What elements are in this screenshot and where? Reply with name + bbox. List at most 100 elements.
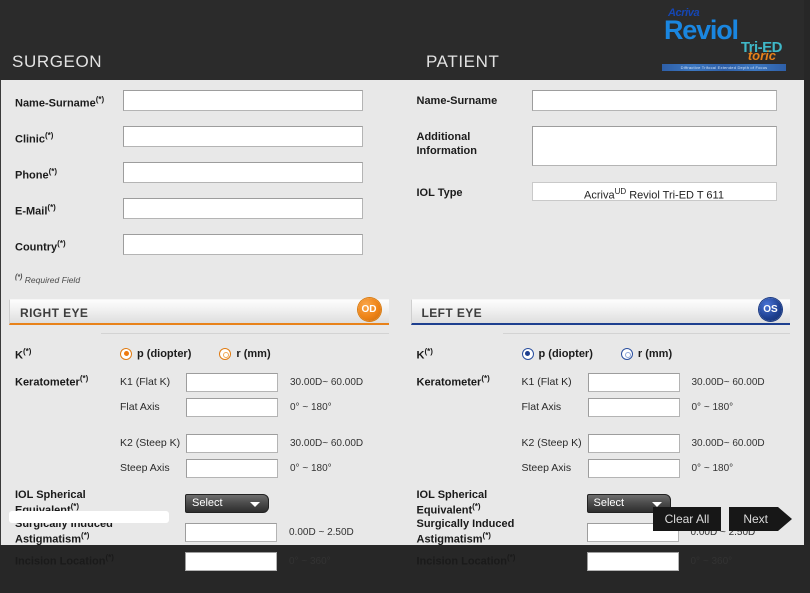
left-eye-radio-p-diopter[interactable]: p (diopter) (521, 347, 593, 360)
required-marker: (*) (105, 553, 114, 563)
field-row-name-surname: Name-Surname(*) (1, 90, 403, 126)
left-eye-header: LEFT EYE OS (410, 297, 790, 325)
iol-type-brand: Acriva (584, 189, 615, 202)
hint-right-steep-axis: 0° ~ 180° (290, 462, 332, 474)
required-marker: (*) (472, 502, 481, 512)
left-eye-incision-input[interactable] (586, 551, 679, 571)
right-eye-radio-p-label: p (diopter) (137, 347, 192, 360)
label-left-sia-text: Surgically Induced Astigmatism (416, 517, 515, 546)
logo-strip-text: Diffractive Trifocal Extended Depth of F… (662, 63, 786, 71)
left-eye-steep-axis-input[interactable] (587, 458, 680, 478)
left-eye-k1-input[interactable] (587, 372, 680, 392)
right-eye-iol-se-select[interactable]: Select (185, 493, 269, 513)
label-additional-line2: Information (416, 144, 478, 157)
required-note-marker: (*) (15, 274, 23, 281)
right-eye-sia-input[interactable] (185, 522, 277, 542)
required-marker: (*) (95, 95, 105, 104)
arrow-right-icon (778, 507, 792, 531)
patient-additional-information-textarea[interactable] (531, 126, 777, 166)
label-right-keratometer: Keratometer(*) (15, 370, 120, 481)
radio-unselected-icon[interactable] (219, 347, 232, 360)
hint-right-k1: 30.00D~ 60.00D (290, 376, 364, 388)
required-marker: (*) (70, 502, 80, 512)
field-row-patient-name: Name-Surname (403, 90, 805, 126)
main-content: Name-Surname(*) Clinic(*) Phone(*) E-Mai… (0, 80, 805, 571)
label-left-sia: Surgically Induced Astigmatism(*) (417, 518, 587, 547)
label-phone: Phone(*) (15, 162, 123, 183)
right-eye-radio-p-diopter[interactable]: p (diopter) (120, 347, 192, 360)
label-additional-information: Additional Information (417, 126, 532, 159)
hint-left-k1: 30.00D~ 60.00D (691, 376, 765, 388)
surgeon-country-input[interactable] (123, 234, 363, 255)
label-clinic-text: Clinic (15, 133, 45, 146)
right-eye-k2-row: K2 (Steep K) 30.00D~ 60.00D (120, 431, 403, 456)
label-name-surname: Name-Surname(*) (15, 90, 123, 111)
label-right-iol-se-line1: IOL Spherical (15, 488, 86, 501)
hint-left-steep-axis: 0° ~ 180° (691, 462, 734, 474)
required-marker: (*) (81, 531, 90, 541)
left-eye-section: LEFT EYE OS K(*) p (diopter) r (mm) Kera… (403, 297, 805, 576)
required-field-note: (*) Required Field (1, 274, 403, 285)
field-row-additional-information: Additional Information (403, 126, 805, 182)
label-left-flat-axis: Flat Axis (521, 401, 562, 414)
label-left-iol-spherical-equivalent: IOL Spherical Equivalent(*) (417, 489, 587, 518)
required-marker: (*) (482, 531, 491, 541)
label-name-surname-text: Name-Surname (15, 97, 96, 110)
label-country: Country(*) (15, 234, 123, 255)
required-marker: (*) (79, 373, 89, 383)
label-left-incision-location: Incision Location(*) (417, 553, 587, 569)
label-left-k2: K2 (Steep K) (521, 437, 582, 450)
surgeon-name-surname-input[interactable] (123, 90, 363, 111)
od-badge: OD (357, 297, 381, 321)
right-eye-title: RIGHT EYE (20, 305, 89, 320)
right-eye-flat-axis-input[interactable] (186, 397, 278, 417)
right-eye-k1-input[interactable] (186, 372, 278, 392)
label-iol-type: IOL Type (416, 187, 463, 199)
next-button[interactable]: Next (729, 507, 792, 531)
clear-all-button[interactable]: Clear All (652, 507, 722, 531)
hint-left-k2: 30.00D~ 60.00D (691, 437, 765, 449)
radio-selected-icon[interactable] (120, 347, 132, 360)
product-logo: Acriva Reviol Tri-ED toric Diffractive T… (662, 8, 786, 71)
label-left-iol-se-line2: Equivalent (416, 504, 473, 517)
label-country-text: Country (15, 241, 58, 254)
radio-unselected-icon[interactable] (620, 347, 633, 360)
label-phone-text: Phone (15, 169, 49, 182)
logo-toric-text: toric (747, 47, 776, 63)
footer-actions: Clear All Next (652, 507, 792, 531)
right-eye-k1-row: K1 (Flat K) 30.00D~ 60.00D (120, 370, 403, 395)
surgeon-phone-input[interactable] (123, 162, 363, 183)
right-eye-radio-r-label: r (mm) (236, 347, 271, 360)
left-eye-radio-r-mm[interactable]: r (mm) (620, 347, 672, 360)
radio-selected-icon[interactable] (521, 347, 534, 360)
eye-sections-area: RIGHT EYE OD K(*) p (diopter) r (mm) Ker… (1, 297, 805, 576)
required-marker: (*) (506, 553, 516, 563)
patient-iol-type-value: AcrivaUD Reviol Tri-ED T 611 (531, 182, 777, 202)
patient-form: Name-Surname Additional Information IOL … (403, 80, 805, 285)
left-eye-k2-input[interactable] (587, 433, 680, 453)
label-left-incision-text: Incision Location (416, 556, 507, 569)
right-eye-incision-input[interactable] (185, 551, 277, 571)
chevron-down-icon[interactable] (250, 501, 260, 507)
label-right-k1: K1 (Flat K) (120, 376, 171, 389)
os-badge: OS (759, 297, 782, 321)
right-eye-divider (101, 332, 389, 334)
label-email-text: E-Mail (15, 205, 48, 218)
patient-name-surname-input[interactable] (531, 90, 777, 111)
right-eye-header: RIGHT EYE OD (9, 297, 389, 325)
right-eye-radio-r-mm[interactable]: r (mm) (219, 347, 271, 360)
hint-right-flat-axis: 0° ~ 180° (290, 401, 332, 413)
right-eye-steep-axis-input[interactable] (186, 458, 278, 478)
field-row-iol-type: IOL Type AcrivaUD Reviol Tri-ED T 611 (403, 182, 805, 218)
right-eye-keratometer-block: Keratometer(*) K1 (Flat K) 30.00D~ 60.00… (1, 370, 403, 481)
label-email: E-Mail(*) (15, 198, 123, 219)
left-eye-flat-axis-input[interactable] (587, 397, 680, 417)
next-button-label: Next (729, 507, 778, 531)
hint-right-sia: 0.00D ~ 2.50D (289, 526, 354, 538)
surgeon-clinic-input[interactable] (123, 126, 363, 147)
right-eye-k2-input[interactable] (186, 433, 278, 453)
surgeon-email-input[interactable] (123, 198, 363, 219)
left-eye-title: LEFT EYE (421, 305, 483, 320)
required-note-text: Required Field (24, 274, 81, 285)
left-eye-keratometer-block: Keratometer(*) K1 (Flat K) 30.00D~ 60.00… (403, 370, 805, 481)
